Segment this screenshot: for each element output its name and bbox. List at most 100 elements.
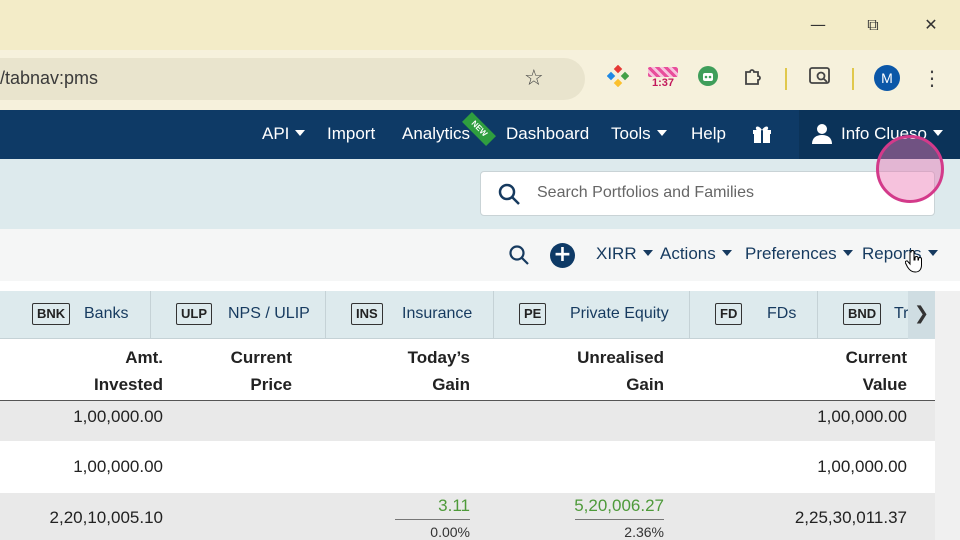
current-value-cell: 2,25,30,011.37 <box>794 508 907 527</box>
col-header-line: Value <box>862 375 907 394</box>
extension-badge: 1:37 <box>651 77 675 89</box>
search-icon <box>498 183 520 205</box>
table-row[interactable]: 1,00,000.00 1,00,000.00 <box>0 401 935 441</box>
actions-label: Actions <box>660 244 716 263</box>
minimize-icon[interactable]: — <box>803 10 833 40</box>
portfolio-toolbar: + XIRR Actions Preferences Reports <box>0 229 960 281</box>
browser-toolbar: /tabnav:pms ☆ 1:37 M ⋮ <box>0 50 960 110</box>
browser-titlebar: — ⧉ ✕ <box>0 0 960 50</box>
tab-label: FDs <box>767 305 797 322</box>
tab-label: Insurance <box>402 305 473 322</box>
table-row[interactable]: 2,20,10,005.10 3.11 0.00% 5,20,006.27 2.… <box>0 493 935 540</box>
url-text: /tabnav:pms <box>0 68 99 88</box>
table-row[interactable]: 1,00,000.00 1,00,000.00 <box>0 441 935 493</box>
nav-tools-label: Tools <box>611 124 651 143</box>
chevron-down-icon <box>295 130 306 136</box>
preferences-dropdown[interactable]: Preferences <box>745 244 853 264</box>
browser-menu-icon[interactable]: ⋮ <box>919 65 945 91</box>
tab-private-equity[interactable]: PE Private Equity <box>494 291 690 338</box>
unrealised-gain-cell: 5,20,006.27 <box>574 496 664 515</box>
search-band: Search Portfolios and Families <box>0 159 960 229</box>
tab-nps-ulip[interactable]: ULP NPS / ULIP <box>151 291 326 338</box>
preferences-label: Preferences <box>745 244 837 263</box>
nav-analytics[interactable]: Analytics <box>402 124 470 144</box>
col-header-line: Price <box>250 375 292 394</box>
nav-api-label: API <box>262 124 290 143</box>
amt-invested-cell: 1,00,000.00 <box>73 457 163 476</box>
amt-invested-cell: 1,00,000.00 <box>73 407 163 426</box>
chevron-down-icon <box>656 130 667 136</box>
cell-divider <box>575 519 664 520</box>
xirr-label: XIRR <box>596 244 637 263</box>
tab-code: INS <box>351 303 383 325</box>
chevron-down-icon <box>933 130 943 136</box>
nav-dashboard[interactable]: Dashboard <box>506 124 589 144</box>
click-highlight <box>876 135 944 203</box>
col-header-line: Invested <box>94 375 163 394</box>
col-current-value[interactable]: Current Value <box>800 344 907 398</box>
toolbar-divider <box>785 68 787 90</box>
restore-icon[interactable]: ⧉ <box>858 10 888 40</box>
search-placeholder: Search Portfolios and Families <box>537 184 754 201</box>
tabs-scroll-right-icon[interactable]: ❯ <box>908 291 935 339</box>
tab-label: Tra <box>894 305 908 322</box>
add-button[interactable]: + <box>550 243 575 268</box>
nav-help[interactable]: Help <box>691 124 726 144</box>
chevron-down-icon <box>642 250 653 256</box>
tab-search-icon[interactable] <box>807 65 833 91</box>
user-icon <box>812 124 832 144</box>
col-amt-invested[interactable]: Amt. Invested <box>40 344 163 398</box>
todays-gain-cell: 3.11 <box>438 496 470 515</box>
tab-insurance[interactable]: INS Insurance <box>326 291 494 338</box>
col-header-line: Gain <box>432 375 470 394</box>
col-todays-gain[interactable]: Today’s Gain <box>370 344 470 398</box>
chevron-down-icon <box>927 250 938 256</box>
nav-tools[interactable]: Tools <box>611 124 667 144</box>
chevron-down-icon <box>721 250 732 256</box>
xirr-dropdown[interactable]: XIRR <box>596 244 653 264</box>
toolbar-divider <box>852 68 854 90</box>
tab-code: ULP <box>176 303 212 325</box>
col-header-line: Unrealised <box>577 348 664 367</box>
vertical-scrollbar[interactable] <box>935 291 960 540</box>
current-value-cell: 1,00,000.00 <box>817 407 907 426</box>
reports-dropdown[interactable]: Reports <box>862 244 938 264</box>
col-unrealised-gain[interactable]: Unrealised Gain <box>554 344 664 398</box>
tab-label: NPS / ULIP <box>228 305 310 322</box>
portfolio-search-input[interactable]: Search Portfolios and Families <box>480 171 935 216</box>
nav-import[interactable]: Import <box>327 124 375 144</box>
extension-colorful-icon[interactable] <box>605 64 631 91</box>
bookmark-star-icon[interactable]: ☆ <box>524 66 544 91</box>
nav-api[interactable]: API <box>262 124 306 144</box>
extensions-puzzle-icon[interactable] <box>740 65 766 91</box>
tab-bonds[interactable]: BND Tra <box>818 291 908 338</box>
address-bar[interactable]: /tabnav:pms ☆ <box>0 58 585 100</box>
extension-recorder-icon[interactable]: 1:37 <box>648 65 678 91</box>
col-current-price[interactable]: Current Price <box>200 344 292 398</box>
hand-cursor-icon <box>905 250 922 273</box>
extension-robot-icon[interactable] <box>695 65 721 91</box>
tab-label: Private Equity <box>570 305 669 322</box>
actions-dropdown[interactable]: Actions <box>660 244 732 264</box>
todays-gain-pct: 0.00% <box>430 524 470 540</box>
tab-code: PE <box>519 303 547 325</box>
tab-code: FD <box>715 303 743 325</box>
tab-fds[interactable]: FD FDs <box>690 291 818 338</box>
gift-icon[interactable] <box>750 121 774 150</box>
unrealised-gain-pct: 2.36% <box>624 524 664 540</box>
cell-divider <box>395 519 470 520</box>
close-icon[interactable]: ✕ <box>916 10 946 40</box>
search-icon[interactable] <box>508 244 530 266</box>
amt-invested-cell: 2,20,10,005.10 <box>49 508 163 527</box>
tab-label: Banks <box>84 305 129 322</box>
col-header-line: Amt. <box>125 348 163 367</box>
tab-code: BND <box>843 303 882 325</box>
col-header-line: Current <box>845 348 907 367</box>
chevron-down-icon <box>842 250 853 256</box>
col-header-line: Today’s <box>407 348 470 367</box>
profile-avatar[interactable]: M <box>874 65 900 91</box>
col-header-line: Gain <box>626 375 664 394</box>
current-value-cell: 1,00,000.00 <box>817 457 907 476</box>
tab-banks[interactable]: BNK Banks <box>0 291 151 338</box>
asset-tabs: BNK Banks ULP NPS / ULIP INS Insurance P… <box>0 291 935 339</box>
